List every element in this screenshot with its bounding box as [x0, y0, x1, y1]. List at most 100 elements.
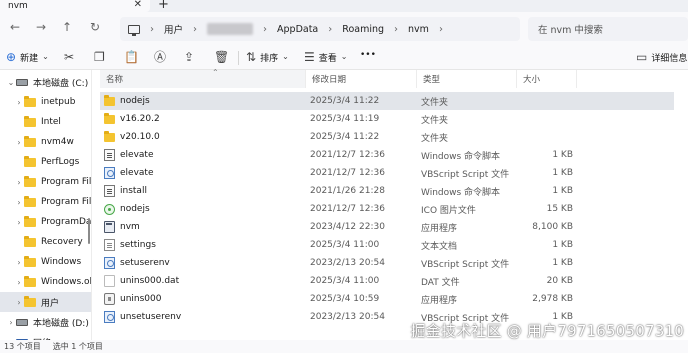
forward-arrow-icon[interactable]: →	[34, 20, 48, 34]
table-row[interactable]: unins000.dat 2025/3/4 11:00 DAT 文件 20 KB	[100, 272, 674, 290]
tab-nvm[interactable]: nvm ✕	[0, 0, 150, 12]
file-name: nodejs	[120, 204, 150, 214]
search-placeholder: 在 nvm 中搜索	[538, 25, 603, 36]
breadcrumb-separator: ›	[438, 23, 443, 35]
table-row[interactable]: nodejs 2021/12/7 12:36 ICO 图片文件 15 KB	[100, 200, 674, 218]
sidebar-item-program-files[interactable]: › Program Files	[0, 172, 91, 192]
rename-icon[interactable]: Ⓐ	[154, 50, 166, 64]
search-input[interactable]: 在 nvm 中搜索	[528, 17, 688, 41]
chevron-right-icon[interactable]: ›	[14, 138, 24, 147]
file-size: 15 KB	[546, 204, 573, 214]
sidebar-item-programdata[interactable]: › ProgramData	[0, 212, 91, 232]
file-type: 文件夹	[421, 133, 449, 144]
table-row[interactable]: elevate 2021/12/7 12:36 Windows 命令脚本 1 K…	[100, 146, 674, 164]
table-row[interactable]: v20.10.0 2025/3/4 11:22 文件夹	[100, 128, 674, 146]
view-icon: ☰	[304, 50, 315, 64]
plus-circle-icon: ⊕	[6, 50, 17, 64]
file-size	[521, 110, 573, 128]
table-row[interactable]: unins000 2025/3/4 10:59 应用程序 2,978 KB	[100, 290, 674, 308]
sidebar-item-drive-d[interactable]: › 本地磁盘 (D:)	[0, 312, 91, 332]
file-type: 应用程序	[421, 223, 458, 234]
cmd-script-icon	[104, 185, 115, 197]
chevron-down-icon: ⌄	[340, 52, 348, 61]
table-row[interactable]: nvm 2023/4/12 22:30 应用程序 8,100 KB	[100, 218, 674, 236]
file-date: 2023/2/13 20:54	[310, 258, 385, 268]
ico-image-icon	[104, 203, 115, 215]
breadcrumb-separator: ›	[150, 23, 154, 35]
sidebar-item-intel[interactable]: Intel	[0, 112, 91, 132]
sidebar-item-windows-old[interactable]: › Windows.old	[0, 272, 91, 292]
cut-icon[interactable]: ✂	[64, 50, 74, 64]
column-header-name[interactable]: 名称 ⌃	[100, 68, 306, 88]
table-row[interactable]: nodejs 2025/3/4 11:22 文件夹	[100, 92, 674, 110]
chevron-right-icon[interactable]: ›	[14, 198, 24, 207]
this-pc-icon	[128, 24, 140, 36]
address-bar[interactable]: › 用户 › › AppData › Roaming › nvm ›	[120, 17, 520, 41]
chevron-right-icon[interactable]: ›	[14, 218, 24, 227]
application-icon	[104, 221, 115, 233]
sort-button[interactable]: ⇅ 排序 ⌄	[246, 50, 289, 64]
sidebar-item-program-files-x86[interactable]: › Program Files (x86)	[0, 192, 91, 212]
breadcrumb-users[interactable]: 用户	[164, 22, 183, 36]
share-icon[interactable]: ⇪	[184, 50, 194, 64]
folder-icon	[104, 130, 115, 142]
file-size	[521, 92, 573, 110]
breadcrumb-appdata[interactable]: AppData	[277, 24, 318, 35]
file-name: unins000.dat	[120, 276, 180, 286]
table-row[interactable]: elevate 2021/12/7 12:36 VBScript Script …	[100, 164, 674, 182]
table-row[interactable]: settings 2025/3/4 11:00 文本文档 1 KB	[100, 236, 674, 254]
details-pane-button[interactable]: ▭ 详细信息	[636, 50, 687, 64]
navigation-pane[interactable]: ⌄ 本地磁盘 (C:) › inetpub Intel › nvm4w Perf…	[0, 70, 92, 340]
file-list: 名称 ⌃ 修改日期 类型 大小 nodejs 2025/3/4 11:22 文件…	[92, 68, 688, 340]
folder-icon	[24, 95, 36, 107]
folder-icon	[104, 112, 115, 124]
column-header-type[interactable]: 类型	[417, 70, 517, 88]
chevron-right-icon[interactable]: ›	[14, 98, 24, 107]
close-icon[interactable]: ✕	[134, 0, 142, 10]
vbscript-icon	[104, 167, 115, 179]
dat-file-icon	[104, 275, 115, 287]
chevron-right-icon[interactable]: ›	[14, 178, 24, 187]
chevron-right-icon[interactable]: ›	[14, 258, 24, 267]
sidebar-item-nvm4w[interactable]: › nvm4w	[0, 132, 91, 152]
chevron-down-icon: ⌄	[42, 52, 49, 61]
delete-icon[interactable]: 🗑	[214, 50, 229, 64]
sidebar-item-perflogs[interactable]: PerfLogs	[0, 152, 91, 172]
sidebar-item-drive-c[interactable]: ⌄ 本地磁盘 (C:)	[0, 72, 91, 92]
breadcrumb-separator: ›	[328, 23, 333, 35]
table-row[interactable]: install 2021/1/26 21:28 Windows 命令脚本 1 K…	[100, 182, 674, 200]
folder-icon	[24, 155, 36, 167]
new-tab-button[interactable]: +	[158, 0, 169, 12]
sidebar-scrollbar[interactable]	[88, 218, 90, 244]
sidebar-item-windows[interactable]: › Windows	[0, 252, 91, 272]
breadcrumb-nvm[interactable]: nvm	[408, 24, 429, 35]
chevron-right-icon[interactable]: ›	[6, 318, 16, 327]
new-button[interactable]: ⊕ 新建 ⌄	[6, 50, 49, 64]
up-arrow-icon[interactable]: ↑	[60, 20, 74, 34]
sidebar-item-network[interactable]: › 网络	[0, 332, 91, 340]
chevron-right-icon[interactable]: ›	[14, 278, 24, 287]
column-header-size[interactable]: 大小	[517, 70, 577, 88]
sidebar-item-recovery[interactable]: Recovery	[0, 232, 91, 252]
column-header-date[interactable]: 修改日期	[306, 70, 417, 88]
table-row[interactable]: setuserenv 2023/2/13 20:54 VBScript Scri…	[100, 254, 674, 272]
file-date: 2025/3/4 11:22	[310, 96, 380, 106]
breadcrumb-roaming[interactable]: Roaming	[342, 24, 384, 35]
sidebar-item-label: ProgramData	[41, 217, 91, 227]
chevron-down-icon[interactable]: ⌄	[6, 78, 16, 87]
table-row[interactable]: v16.20.2 2025/3/4 11:19 文件夹	[100, 110, 674, 128]
sidebar-item-users[interactable]: › 用户	[0, 292, 91, 312]
sidebar-item-inetpub[interactable]: › inetpub	[0, 92, 91, 112]
chevron-right-icon[interactable]: ›	[14, 298, 24, 307]
back-arrow-icon[interactable]: ←	[8, 20, 22, 34]
copy-icon[interactable]: ❐	[94, 50, 105, 64]
tab-title: nvm	[8, 1, 28, 11]
new-label: 新建	[20, 53, 39, 64]
refresh-icon[interactable]: ↻	[88, 20, 102, 34]
view-button[interactable]: ☰ 查看 ⌄	[304, 50, 347, 64]
paste-icon[interactable]: 📋	[124, 50, 139, 64]
folder-icon	[24, 255, 36, 267]
more-options-button[interactable]: •••	[360, 50, 376, 60]
file-name: nvm	[120, 222, 140, 232]
drive-icon	[16, 78, 28, 86]
